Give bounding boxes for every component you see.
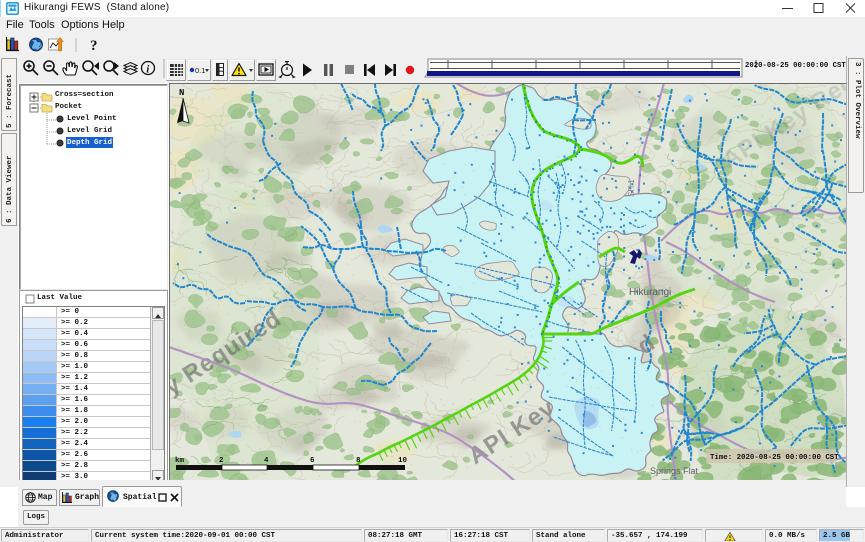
svg-text:0.1: 0.1 [195, 66, 205, 75]
svg-text:Time: 2020-08-25 00:00:00 CST: Time: 2020-08-25 00:00:00 CST [710, 454, 839, 462]
svg-text:Hikurangi: Hikurangi [629, 287, 671, 298]
svg-text:?: ? [90, 38, 98, 54]
svg-text:8: 8 [356, 457, 361, 465]
svg-text:4: 4 [264, 457, 269, 465]
svg-text:2: 2 [219, 457, 224, 465]
svg-text:N: N [179, 88, 184, 98]
svg-text:6: 6 [310, 457, 315, 465]
svg-text:km: km [175, 457, 185, 465]
svg-text:10: 10 [398, 457, 408, 465]
svg-text:SH 1: SH 1 [627, 179, 636, 197]
svg-text:Springs Flat: Springs Flat [650, 466, 699, 476]
